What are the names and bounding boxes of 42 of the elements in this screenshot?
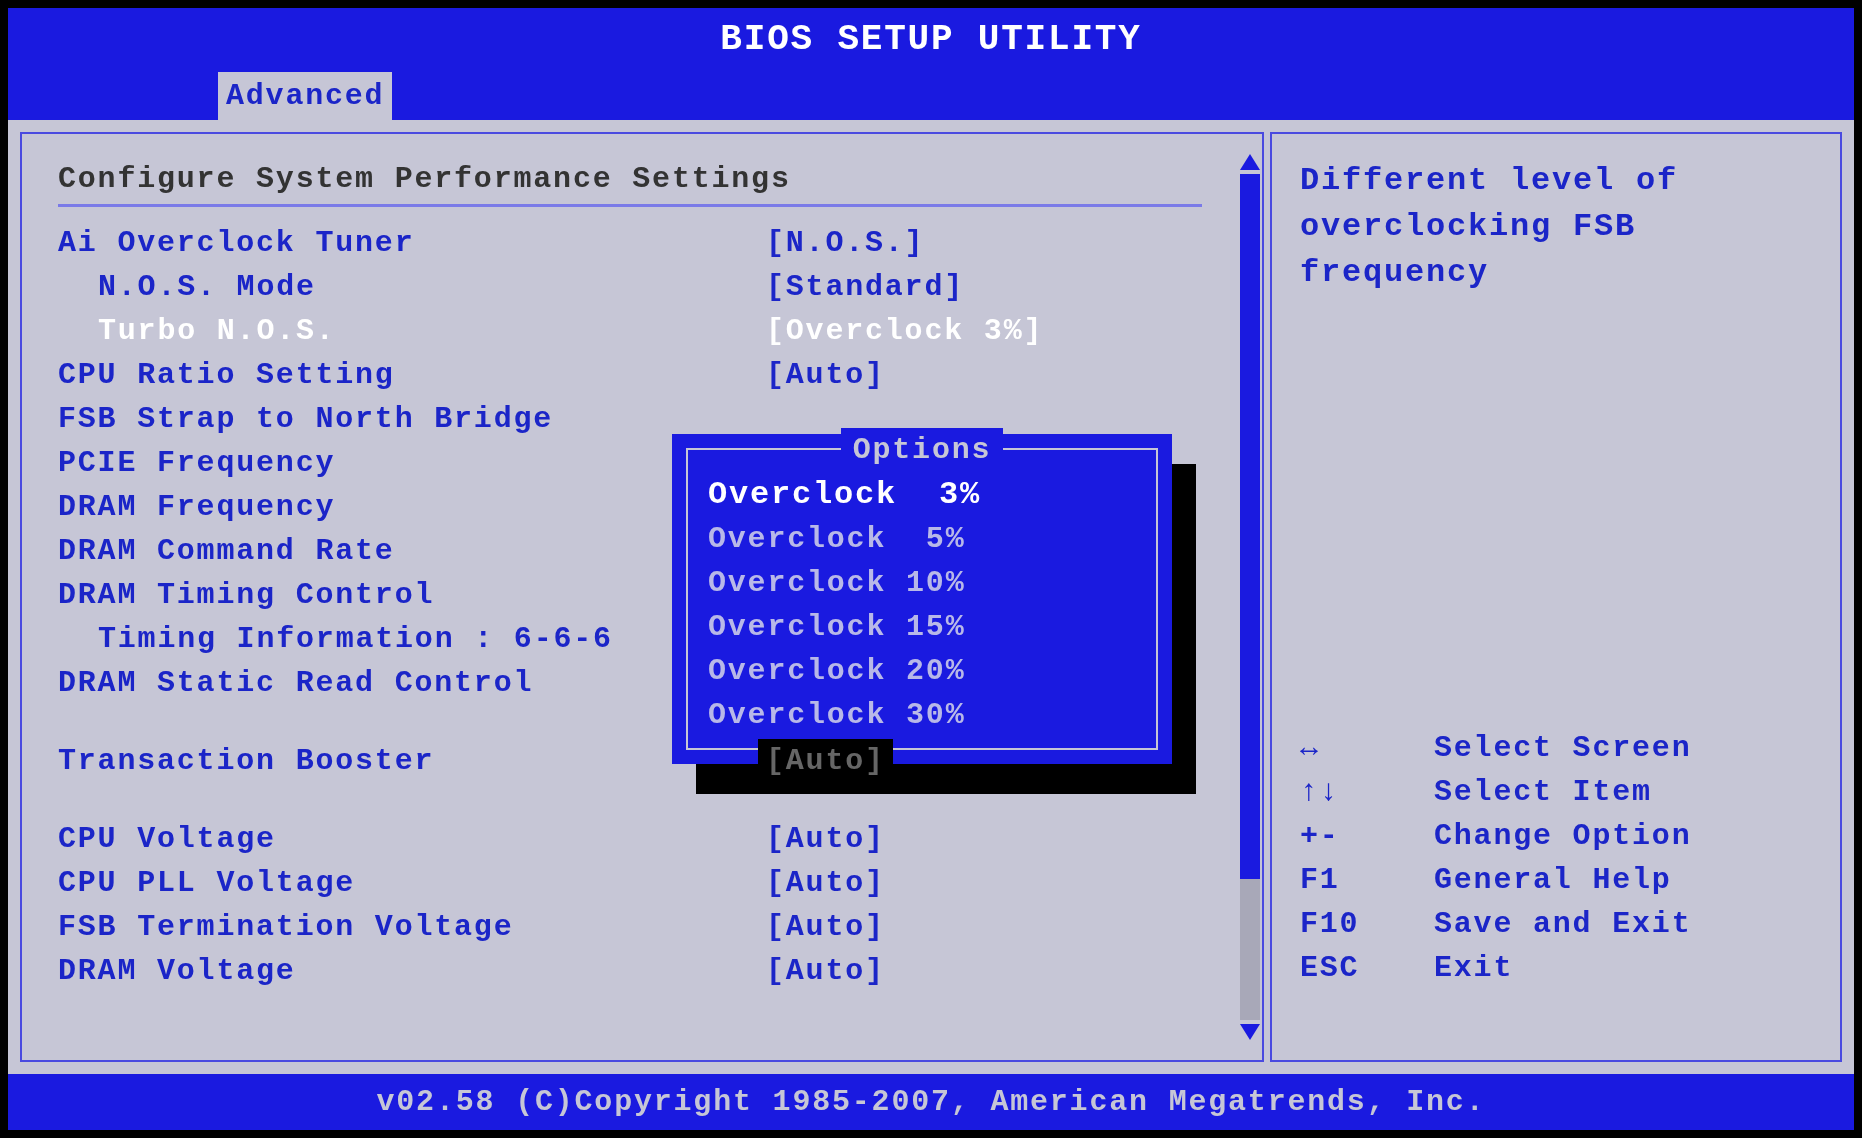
key-action: Exit [1434,949,1514,987]
key-label: F10 [1300,905,1361,943]
key-label: F1 [1300,861,1341,899]
setting-value[interactable]: [Auto] [758,948,893,994]
key-label: +- [1300,817,1341,855]
section-title: Configure System Performance Settings [58,160,792,198]
key-action: Save and Exit [1434,905,1692,943]
setting-value[interactable]: [Auto] [758,816,893,862]
tab[interactable]: Advanced [218,72,393,120]
scroll-track[interactable] [1240,174,1260,1020]
scroll-up-icon[interactable] [1240,154,1260,170]
setting-value[interactable]: [N.O.S.] [758,220,933,266]
setting-value[interactable]: [Auto] [758,904,893,950]
setting-value[interactable]: [Standard] [758,264,973,310]
scroll-down-icon[interactable] [1240,1024,1260,1040]
key-action: General Help [1434,861,1672,899]
setting-label[interactable]: N.O.S. Mode [58,264,758,310]
scroll-thumb[interactable] [1240,174,1260,879]
setting-label[interactable]: Ai Overclock Tuner [58,220,758,266]
window-title: BIOS SETUP UTILITY [719,18,1143,62]
option-item[interactable]: Overclock 3% [708,473,1136,517]
setting-value[interactable]: [Auto] [758,352,893,398]
option-item[interactable]: Overclock 10% [708,561,1136,605]
key-action: Select Item [1434,773,1652,811]
setting-label[interactable]: CPU Ratio Setting [58,352,758,398]
setting-label[interactable]: CPU PLL Voltage [58,860,758,906]
key-label: ↔ [1300,729,1321,767]
key-label: ESC [1300,949,1361,987]
setting-label[interactable]: CPU Voltage [58,816,758,862]
setting-value[interactable]: [Auto] [758,860,893,906]
setting-label[interactable]: DRAM Voltage [58,948,758,994]
setting-label[interactable]: FSB Termination Voltage [58,904,758,950]
help-text: Different level of overclocking FSB frequency [1300,161,1680,293]
option-item[interactable]: Overclock 5% [708,517,1136,561]
setting-label[interactable]: FSB Strap to North Bridge [58,396,758,442]
key-label: ↑↓ [1300,773,1341,811]
option-item[interactable]: Overclock 30% [708,693,1136,737]
option-item[interactable]: Overclock 15% [708,605,1136,649]
option-item[interactable]: Overclock 20% [708,649,1136,693]
footer-bar: v02.58 (C)Copyright 1985-2007, American Megatrends, Inc. [8,1074,1854,1130]
key-action: Select Screen [1434,729,1692,767]
key-action: Change Option [1434,817,1692,855]
